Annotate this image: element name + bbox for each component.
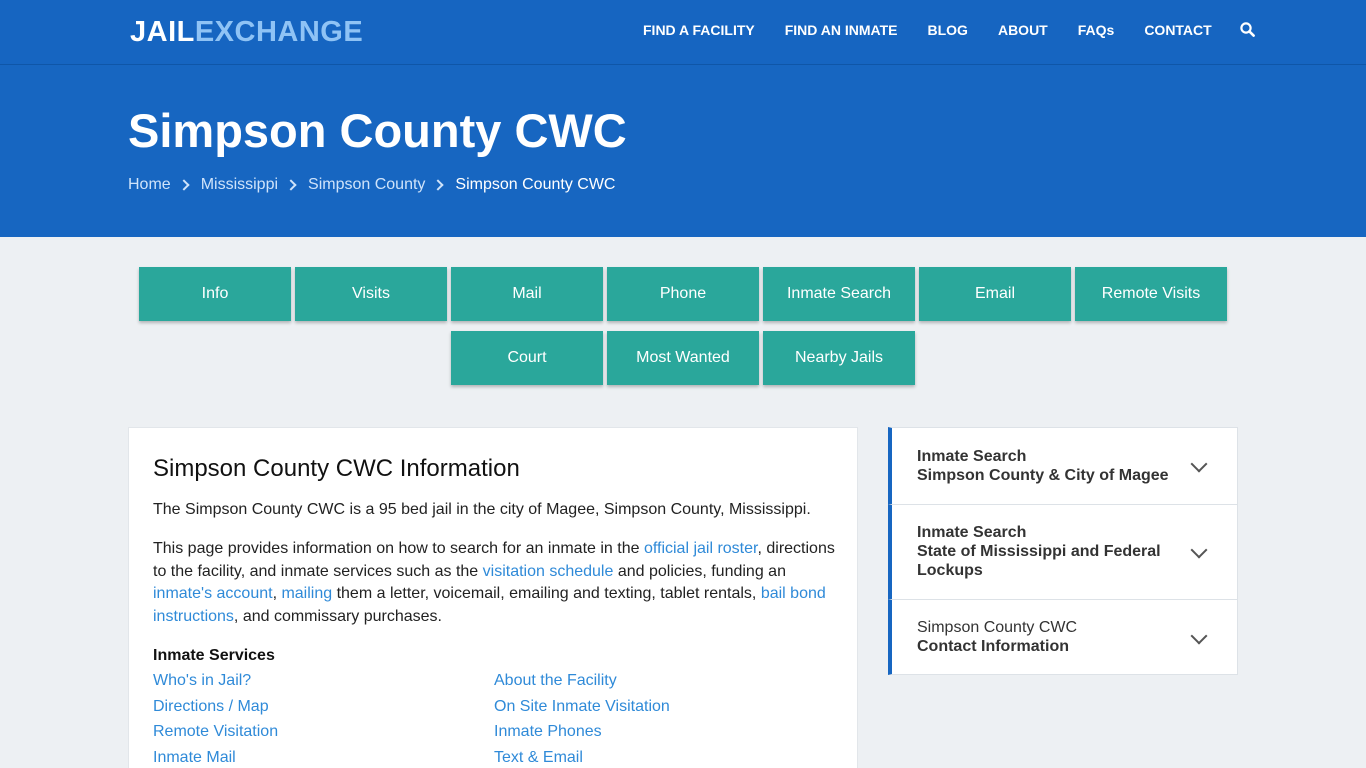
services-heading: Inmate Services [153, 647, 275, 664]
service-link-text-email[interactable]: Text & Email [494, 749, 670, 768]
accordion-label: Simpson County CWC Contact Information [917, 618, 1077, 656]
accordion-label: Inmate Search State of Mississippi and F… [917, 523, 1161, 580]
sidebar-accordion: Inmate Search Simpson County & City of M… [888, 427, 1238, 675]
service-link-about-facility[interactable]: About the Facility [494, 672, 670, 698]
nav-contact[interactable]: CONTACT [1144, 22, 1211, 38]
search-icon[interactable] [1240, 22, 1256, 38]
logo-part-jail: JAIL [130, 16, 195, 48]
service-link-inmate-mail[interactable]: Inmate Mail [153, 749, 278, 768]
breadcrumb-current: Simpson County CWC [455, 176, 616, 193]
tab-email[interactable]: Email [919, 267, 1071, 321]
tab-court[interactable]: Court [451, 331, 603, 385]
link-official-jail-roster[interactable]: official jail roster [644, 540, 758, 557]
site-logo[interactable]: JAILEXCHANGE [130, 16, 363, 49]
service-link-onsite-visitation[interactable]: On Site Inmate Visitation [494, 698, 670, 724]
link-inmates-account[interactable]: inmate's account [153, 585, 273, 602]
nav-find-inmate[interactable]: FIND AN INMATE [785, 22, 898, 38]
para-text-6: , and commissary purchases. [233, 607, 442, 625]
main-nav: FIND A FACILITY FIND AN INMATE BLOG ABOU… [643, 22, 1256, 38]
breadcrumb: Home Mississippi Simpson County Simpson … [128, 176, 615, 194]
tab-nearby-jails[interactable]: Nearby Jails [763, 331, 915, 385]
para-text-3: and policies, funding an [613, 562, 786, 580]
tab-mail[interactable]: Mail [451, 267, 603, 321]
tab-visits[interactable]: Visits [295, 267, 447, 321]
breadcrumb-county[interactable]: Simpson County [308, 176, 425, 194]
link-mailing[interactable]: mailing [281, 585, 332, 602]
service-link-whos-in-jail[interactable]: Who's in Jail? [153, 672, 278, 698]
page-hero: Simpson County CWC Home Mississippi Simp… [0, 64, 1366, 237]
services-list-left: Who's in Jail? Directions / Map Remote V… [153, 672, 278, 768]
tab-info[interactable]: Info [139, 267, 291, 321]
info-heading: Simpson County CWC Information [153, 455, 520, 482]
accordion-line-3: Lockups [917, 562, 983, 579]
chevron-down-icon[interactable] [1190, 627, 1208, 645]
intro-paragraph: The Simpson County CWC is a 95 bed jail … [153, 501, 811, 518]
info-card: Simpson County CWC Information The Simps… [128, 427, 858, 768]
services-list-right: About the Facility On Site Inmate Visita… [494, 672, 670, 768]
accordion-line-2: Simpson County & City of Magee [917, 467, 1169, 484]
accordion-line-1: Simpson County CWC [917, 619, 1078, 636]
breadcrumb-state[interactable]: Mississippi [201, 176, 278, 194]
service-link-remote-visitation[interactable]: Remote Visitation [153, 723, 278, 749]
accordion-inmate-search-state[interactable]: Inmate Search State of Mississippi and F… [888, 504, 1238, 599]
accordion-line-2: State of Mississippi and Federal [917, 543, 1161, 560]
tab-phone[interactable]: Phone [607, 267, 759, 321]
tab-row-2: Court Most Wanted Nearby Jails [451, 331, 919, 385]
chevron-down-icon[interactable] [1190, 541, 1208, 559]
accordion-inmate-search-county[interactable]: Inmate Search Simpson County & City of M… [888, 427, 1238, 504]
tab-row-1: Info Visits Mail Phone Inmate Search Ema… [139, 267, 1231, 321]
nav-blog[interactable]: BLOG [928, 22, 968, 38]
logo-part-exchange: EXCHANGE [194, 16, 364, 48]
chevron-right-icon [432, 179, 445, 191]
tab-remote-visits[interactable]: Remote Visits [1075, 267, 1227, 321]
accordion-contact-info[interactable]: Simpson County CWC Contact Information [888, 599, 1238, 675]
para-text-1: This page provides information on how to… [153, 540, 644, 557]
nav-about[interactable]: ABOUT [998, 22, 1048, 38]
accordion-line-1: Inmate Search [917, 448, 1027, 465]
top-navbar: JAILEXCHANGE FIND A FACILITY FIND AN INM… [0, 0, 1366, 64]
tab-inmate-search[interactable]: Inmate Search [763, 267, 915, 321]
service-link-directions[interactable]: Directions / Map [153, 698, 278, 724]
details-paragraph: This page provides information on how to… [153, 538, 843, 628]
para-text-5: them a letter, voicemail, emailing and t… [332, 585, 761, 602]
nav-find-facility[interactable]: FIND A FACILITY [643, 22, 755, 38]
link-visitation-schedule[interactable]: visitation schedule [483, 563, 614, 580]
chevron-down-icon[interactable] [1190, 455, 1208, 473]
chevron-right-icon [285, 179, 297, 191]
tab-most-wanted[interactable]: Most Wanted [607, 331, 759, 385]
accordion-label: Inmate Search Simpson County & City of M… [917, 447, 1169, 485]
page-title: Simpson County CWC [128, 104, 627, 157]
service-link-inmate-phones[interactable]: Inmate Phones [494, 723, 670, 749]
accordion-line-1: Inmate Search [917, 524, 1027, 541]
breadcrumb-home[interactable]: Home [128, 176, 171, 194]
accordion-line-2: Contact Information [917, 638, 1069, 655]
chevron-right-icon [178, 179, 190, 191]
nav-faqs[interactable]: FAQs [1078, 22, 1115, 38]
